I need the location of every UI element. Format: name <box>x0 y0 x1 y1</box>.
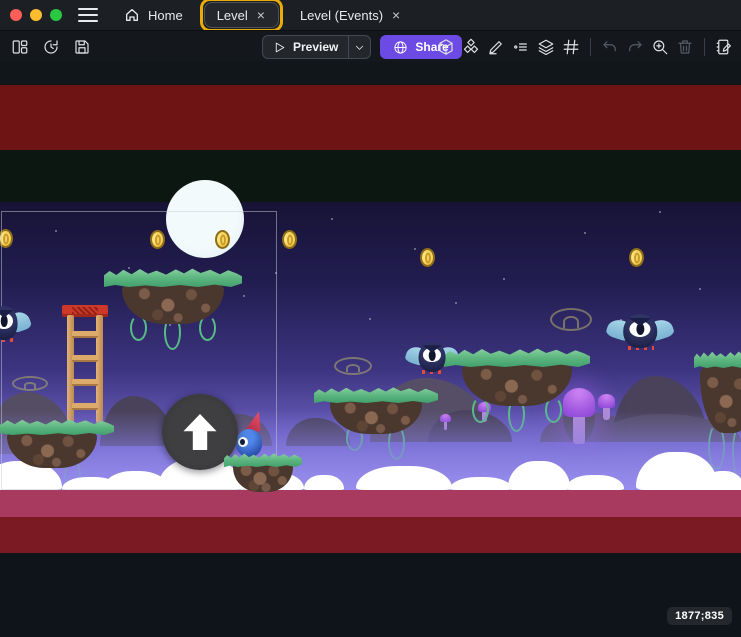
preview-button[interactable]: Preview <box>262 35 371 59</box>
hamburger-menu-icon[interactable] <box>78 8 98 22</box>
close-window-button[interactable] <box>10 9 22 21</box>
object-groups-icon[interactable] <box>459 35 483 59</box>
chevron-down-icon <box>354 42 365 53</box>
layers-icon[interactable] <box>534 35 558 59</box>
cloud <box>702 471 741 490</box>
star <box>659 211 661 213</box>
tab-level-label: Level <box>217 8 248 23</box>
star <box>584 232 586 234</box>
cursor-coordinates-badge: 1877;835 <box>667 607 732 625</box>
instances-list-icon[interactable] <box>509 35 533 59</box>
tab-bar: Home Level × Level (Events) × <box>112 0 413 30</box>
star <box>414 248 416 250</box>
tab-level-events[interactable]: Level (Events) × <box>288 2 413 28</box>
zoom-in-icon[interactable] <box>648 35 672 59</box>
objects-cube-icon[interactable] <box>434 35 458 59</box>
tutorial-highlight-box: Level × <box>200 0 283 32</box>
ground-pink-band <box>0 490 741 517</box>
preview-button-main[interactable]: Preview <box>263 36 348 58</box>
star <box>455 302 457 304</box>
save-icon[interactable] <box>70 35 94 59</box>
preview-options-caret[interactable] <box>348 36 370 58</box>
platform-grass <box>314 386 438 403</box>
globe-icon <box>393 40 408 55</box>
tab-home[interactable]: Home <box>112 2 195 28</box>
coin-slot <box>634 252 640 263</box>
coin[interactable] <box>420 248 435 267</box>
editor-toolbar: Preview Share <box>0 30 741 62</box>
edit-pencil-icon[interactable] <box>484 35 508 59</box>
coin[interactable] <box>282 230 297 249</box>
home-icon <box>124 7 140 23</box>
scene-canvas[interactable] <box>0 62 741 637</box>
minimize-window-button[interactable] <box>30 9 42 21</box>
toolbar-left-group <box>8 35 94 59</box>
title-bar: Home Level × Level (Events) × <box>0 0 741 30</box>
cloud <box>450 477 512 490</box>
star <box>331 218 333 220</box>
star <box>369 318 371 320</box>
bottom-editor-area <box>0 553 741 637</box>
fly-enemy[interactable] <box>610 314 670 350</box>
redo-icon[interactable] <box>623 35 647 59</box>
window-controls <box>0 9 62 21</box>
history-icon[interactable] <box>39 35 63 59</box>
tab-level-events-label: Level (Events) <box>300 8 383 23</box>
island-center[interactable] <box>444 347 590 419</box>
bg-darkgreen-band <box>0 150 741 202</box>
platform-grass <box>694 350 741 368</box>
close-tab-icon[interactable]: × <box>256 8 266 22</box>
play-icon <box>273 41 286 54</box>
toolbar-separator <box>704 38 705 56</box>
star <box>699 288 701 290</box>
edit-scene-properties-icon[interactable] <box>712 35 736 59</box>
preview-button-label: Preview <box>293 40 338 54</box>
swirl-inner-arc <box>346 364 360 373</box>
tab-home-label: Home <box>148 8 183 23</box>
coin-slot <box>287 234 293 245</box>
mushroom-cap <box>598 394 615 408</box>
bg-top-dark-band <box>0 62 741 85</box>
enemy-body <box>623 314 657 348</box>
enemy-body <box>419 342 446 372</box>
delete-trash-icon[interactable] <box>673 35 697 59</box>
project-manager-icon[interactable] <box>8 35 32 59</box>
swirl-decor <box>550 308 592 331</box>
coin-slot <box>425 252 431 263</box>
ground-darkred-band <box>0 517 741 553</box>
platform-grass <box>444 347 590 367</box>
close-tab-icon[interactable]: × <box>391 8 401 22</box>
toolbar-separator <box>590 38 591 56</box>
star <box>503 278 505 280</box>
tab-level[interactable]: Level × <box>204 2 279 28</box>
toolbar-center-group: Preview Share <box>262 35 462 59</box>
undo-icon[interactable] <box>598 35 622 59</box>
grid-icon[interactable] <box>559 35 583 59</box>
maximize-window-button[interactable] <box>50 9 62 21</box>
coin[interactable] <box>629 248 644 267</box>
swirl-inner-arc <box>563 316 578 328</box>
swirl-decor <box>334 357 372 375</box>
toolbar-right-group <box>434 35 736 59</box>
bg-red-band <box>0 85 741 150</box>
